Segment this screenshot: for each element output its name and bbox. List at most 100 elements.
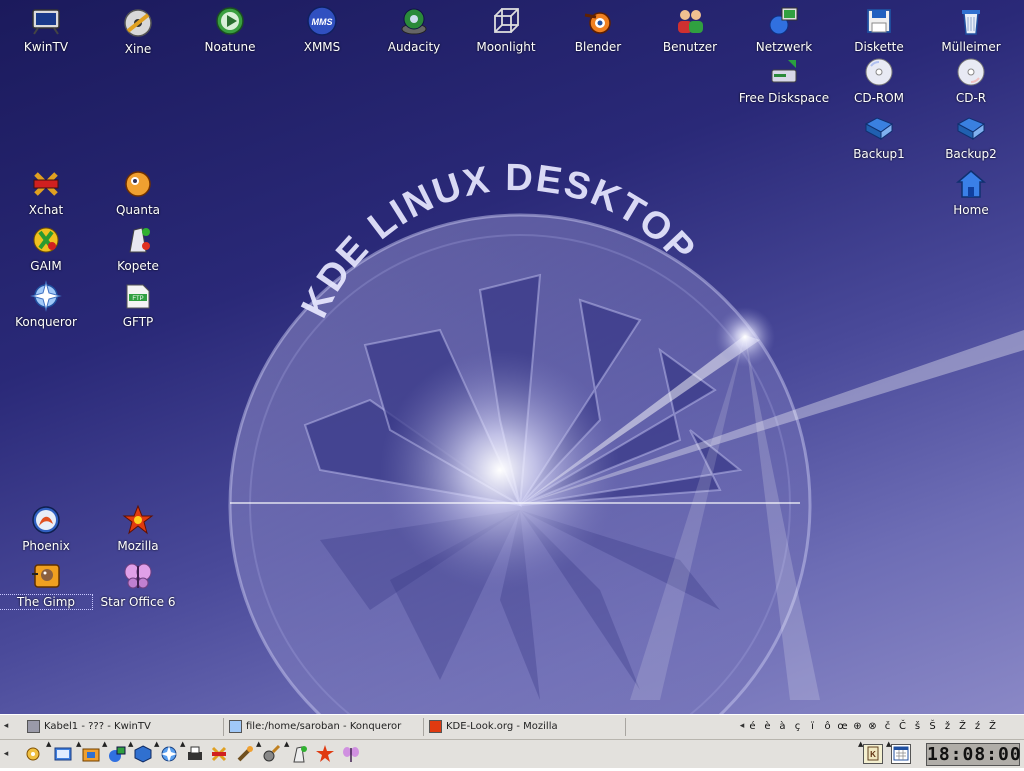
char-item[interactable]: Ž xyxy=(985,718,1000,736)
desktop-icon-benutzer[interactable]: Benutzer xyxy=(644,3,736,55)
butterfly-launcher-icon[interactable] xyxy=(340,744,362,766)
desktop-icon-gaim[interactable]: GAIM xyxy=(0,222,92,274)
desktop-icon-label: Quanta xyxy=(115,203,161,217)
char-item[interactable]: ç xyxy=(790,718,805,736)
desktop-icon-label: Phoenix xyxy=(22,539,70,553)
desktop-icon-blender[interactable]: Blender xyxy=(552,3,644,55)
svg-text:FTP: FTP xyxy=(132,296,143,302)
char-item[interactable]: é xyxy=(745,718,760,736)
desktop-icon-backup1[interactable]: Backup1 xyxy=(833,110,925,162)
desktop-icon-home[interactable]: Home xyxy=(925,166,1017,218)
desktop-icon-label: Netzwerk xyxy=(755,40,813,54)
desktop[interactable]: KDE LINUX DESKTOP KwinTV Xine Noatune MM… xyxy=(0,0,1024,714)
desktop-icon-the-gimp[interactable]: The Gimp xyxy=(0,558,93,610)
disk-free-icon xyxy=(768,56,800,88)
kde-panel: ◂ Kabel1 - ??? - KwinTV file:/home/sarob… xyxy=(0,714,1024,768)
task-button-kwintv[interactable]: Kabel1 - ??? - KwinTV xyxy=(24,718,224,736)
desktop-icon-label: GFTP xyxy=(122,315,154,329)
launcher-row: ◂ ▲ ▲ ▲ ▲ ▲ ▲ ▲ ▲ ▲ K ▲ 18:08:00 xyxy=(0,739,1024,769)
mozilla-icon xyxy=(429,720,442,733)
desktop-icon-label: Backup1 xyxy=(853,147,905,161)
terminal-icon[interactable] xyxy=(52,744,74,766)
desktop-icon-diskette[interactable]: Diskette xyxy=(833,3,925,55)
kmenu-gear-icon[interactable] xyxy=(22,744,44,766)
char-item[interactable]: ź xyxy=(970,718,985,736)
desktop-icon-quanta[interactable]: Quanta xyxy=(92,166,184,218)
digital-clock[interactable]: 18:08:00 xyxy=(926,743,1021,766)
char-item[interactable]: à xyxy=(775,718,790,736)
xchat-launcher-icon[interactable] xyxy=(208,744,230,766)
special-character-selector[interactable]: é è à ç ï ô œ ⊕ ⊗ č Čš Šž Žź Ž xyxy=(745,718,1024,736)
desktop-icon-star-office-6[interactable]: Star Office 6 xyxy=(92,558,184,610)
desktop-icon-label: XMMS xyxy=(303,40,341,54)
task-button-mozilla[interactable]: KDE-Look.org - Mozilla xyxy=(426,718,626,736)
desktop-icon-cdrom[interactable]: CD-ROM xyxy=(833,54,925,106)
char-item[interactable]: ô xyxy=(820,718,835,736)
xchat-icon xyxy=(30,168,62,200)
typewriter-icon[interactable] xyxy=(184,744,206,766)
desktop-icon-label: Benutzer xyxy=(662,40,718,54)
konqueror-icon xyxy=(229,720,242,733)
klipper-clipboard-icon[interactable]: K xyxy=(863,744,883,764)
char-item[interactable]: ⊕ xyxy=(850,718,865,736)
desktop-icon-kopete[interactable]: Kopete xyxy=(92,222,184,274)
desktop-icon-free-diskspace[interactable]: Free Diskspace xyxy=(738,54,830,106)
desktop-icon-backup2[interactable]: Backup2 xyxy=(925,110,1017,162)
desktop-icon-xchat[interactable]: Xchat xyxy=(0,166,92,218)
desktop-icon-noatune[interactable]: Noatune xyxy=(184,3,276,55)
desktop-icon-mozilla[interactable]: Mozilla xyxy=(92,502,184,554)
desktop-icon-cdr[interactable]: CD-R xyxy=(925,54,1017,106)
desktop-icon-label: Kopete xyxy=(117,259,159,273)
taskbar-scroll-left-arrow[interactable]: ◂ xyxy=(2,716,10,736)
char-item[interactable]: ⊗ xyxy=(865,718,880,736)
char-item[interactable]: œ xyxy=(835,718,850,736)
ftp-icon: FTP xyxy=(122,280,154,312)
desktop-icon-konqueror[interactable]: Konqueror xyxy=(0,278,92,330)
desktop-icon-xine[interactable]: Xine xyxy=(92,5,184,57)
svg-text:MMS: MMS xyxy=(312,17,333,27)
task-label: Kabel1 - ??? - KwinTV xyxy=(44,721,151,732)
blender-icon xyxy=(582,5,614,37)
tools-icon[interactable] xyxy=(260,744,282,766)
char-item[interactable]: Š xyxy=(925,718,940,736)
network-folder-icon[interactable] xyxy=(106,744,128,766)
launcher-arrow-icon: ▲ xyxy=(46,740,52,748)
char-item[interactable]: Ž xyxy=(955,718,970,736)
char-item[interactable]: č xyxy=(880,718,895,736)
wallpaper-glow xyxy=(380,350,620,590)
desktop-icon-netzwerk[interactable]: Netzwerk xyxy=(738,3,830,55)
desktop-icon-label: GAIM xyxy=(30,259,62,273)
desktop-icon-kwintv[interactable]: KwinTV xyxy=(0,3,92,55)
desktop-icon-label: Konqueror xyxy=(15,315,77,329)
desktop-icon-moonlight[interactable]: Moonlight xyxy=(460,3,552,55)
char-item[interactable]: š xyxy=(910,718,925,736)
desktop-icon-label: Star Office 6 xyxy=(100,595,176,609)
kopete-launcher-icon[interactable] xyxy=(288,744,310,766)
users-icon xyxy=(674,5,706,37)
browser-globe-icon[interactable] xyxy=(158,744,180,766)
taskbar-row: ◂ Kabel1 - ??? - KwinTV file:/home/sarob… xyxy=(0,716,1024,738)
desktop-icon-label: Diskette xyxy=(854,40,904,54)
char-item[interactable]: Č xyxy=(895,718,910,736)
desktop-icon-label: Mozilla xyxy=(117,539,159,553)
desktop-icon-gftp[interactable]: FTP GFTP xyxy=(92,278,184,330)
desktop-icon-phoenix[interactable]: Phoenix xyxy=(0,502,92,554)
char-item[interactable]: è xyxy=(760,718,775,736)
home-folder-icon[interactable] xyxy=(80,744,102,766)
quanta-launcher-icon[interactable] xyxy=(234,744,256,766)
korganizer-calendar-icon[interactable] xyxy=(891,744,911,764)
desktop-icon-audacity[interactable]: Audacity xyxy=(368,3,460,55)
mozilla-launcher-icon[interactable] xyxy=(314,744,336,766)
task-button-konqueror[interactable]: file:/home/saroban - Konqueror xyxy=(226,718,424,736)
char-item[interactable]: ž xyxy=(940,718,955,736)
desktop-icon-muelleimer[interactable]: Mülleimer xyxy=(925,3,1017,55)
char-item[interactable]: ï xyxy=(805,718,820,736)
network-icon xyxy=(768,5,800,37)
cube-icon[interactable] xyxy=(132,744,154,766)
launcher-scroll-left-arrow[interactable]: ◂ xyxy=(2,744,10,764)
desktop-icon-xmms[interactable]: MMS XMMS xyxy=(276,3,368,55)
film-reel-icon xyxy=(122,7,154,39)
desktop-icon-label: Xine xyxy=(124,42,152,56)
play-icon xyxy=(214,5,246,37)
xmms-icon: MMS xyxy=(306,5,338,37)
